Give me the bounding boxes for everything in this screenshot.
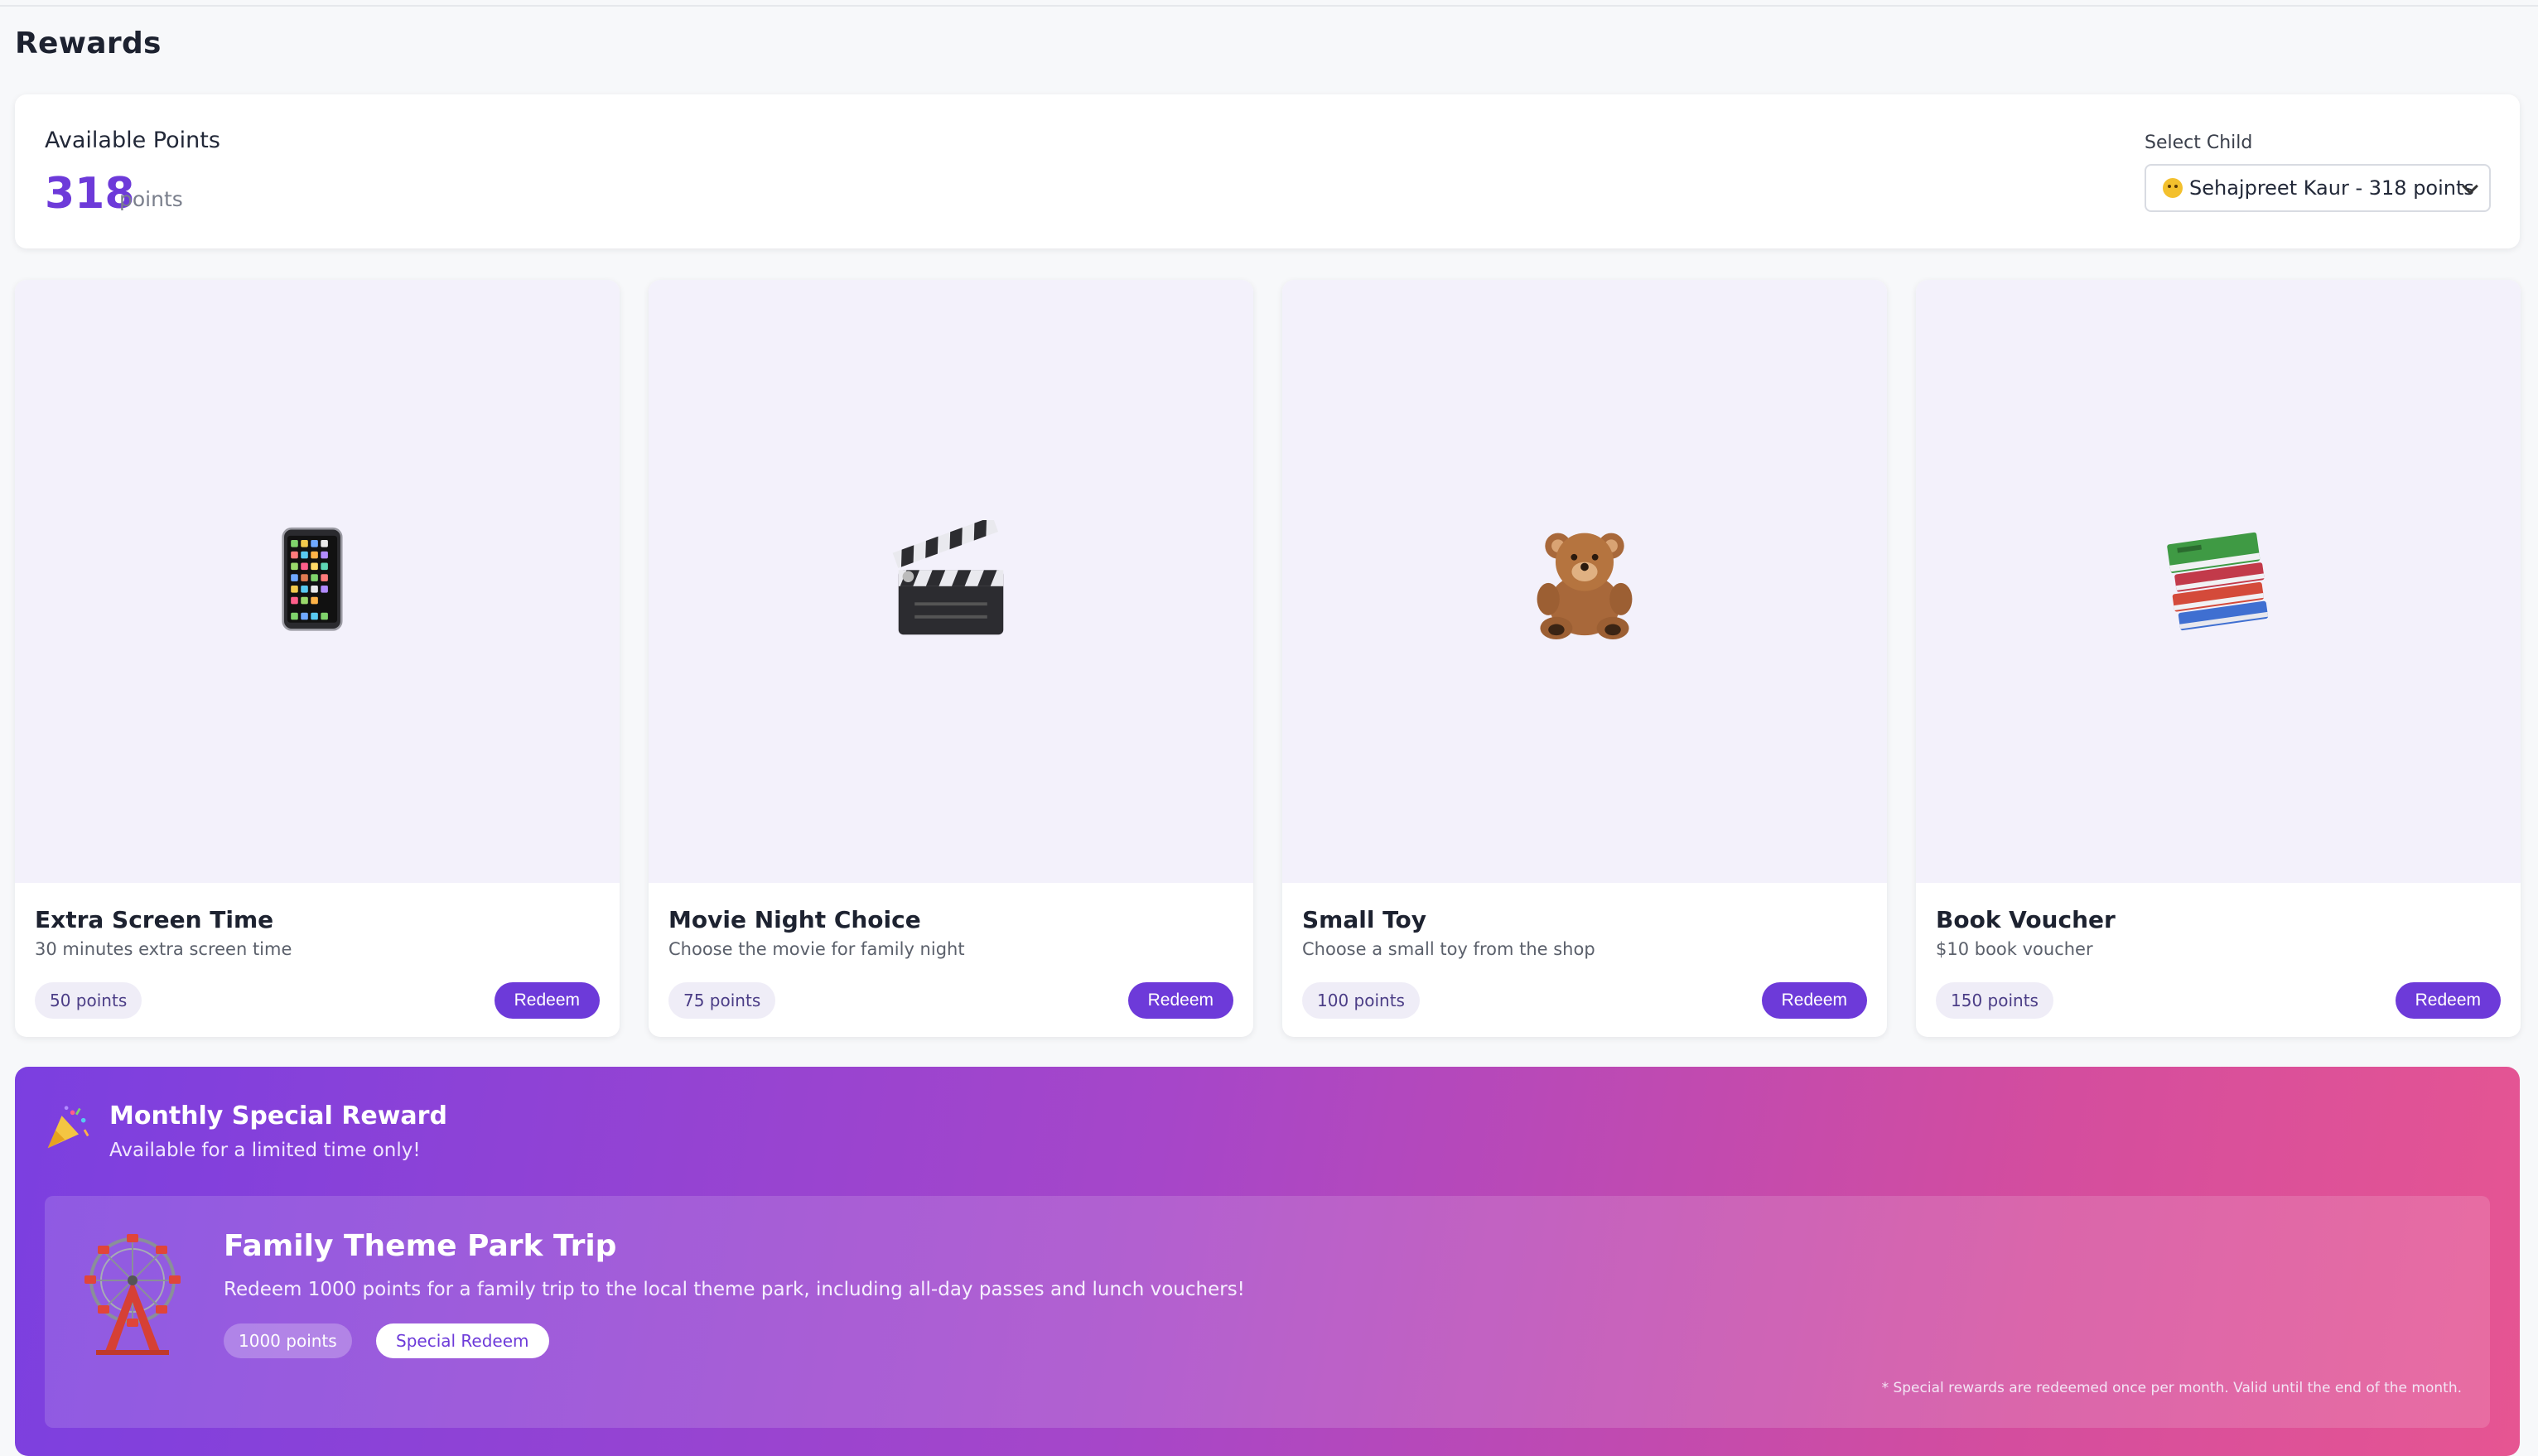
special-footnote: * Special rewards are redeemed once per … xyxy=(1881,1380,2462,1396)
special-redeem-button[interactable]: Special Redeem xyxy=(376,1323,549,1358)
reward-points-badge: 150 points xyxy=(1936,982,2053,1019)
reward-card-extra-screen-time: Extra Screen Time 30 minutes extra scree… xyxy=(15,280,620,1037)
ferris-wheel-icon xyxy=(84,1234,181,1355)
reward-image-area xyxy=(1282,280,1887,883)
special-reward-title: Family Theme Park Trip xyxy=(224,1229,617,1263)
monthly-special-banner: Monthly Special Reward Available for a l… xyxy=(15,1067,2520,1456)
special-points-badge: 1000 points xyxy=(224,1323,352,1358)
books-icon xyxy=(2167,532,2269,631)
reward-title: Book Voucher xyxy=(1936,906,2116,933)
reward-image-area xyxy=(1916,280,2521,883)
select-child-label: Select Child xyxy=(2145,133,2253,153)
redeem-button[interactable]: Redeem xyxy=(1761,982,1867,1019)
reward-description: 30 minutes extra screen time xyxy=(35,939,292,959)
reward-title: Small Toy xyxy=(1302,906,1427,933)
reward-image-area xyxy=(15,280,620,883)
special-subtitle: Available for a limited time only! xyxy=(109,1140,421,1161)
special-reward-description: Redeem 1000 points for a family trip to … xyxy=(224,1279,1245,1300)
reward-title: Movie Night Choice xyxy=(668,906,921,933)
redeem-button[interactable]: Redeem xyxy=(2395,982,2501,1019)
teddy-bear-icon xyxy=(1537,533,1633,640)
points-label: Available Points xyxy=(45,128,220,153)
selected-child-value: Sehajpreet Kaur - 318 points xyxy=(2189,176,2474,200)
reward-title: Extra Screen Time xyxy=(35,906,274,933)
redeem-button[interactable]: Redeem xyxy=(494,982,600,1019)
top-border xyxy=(0,0,2538,7)
clapper-board-icon xyxy=(892,520,1004,635)
party-popper-icon xyxy=(47,1106,89,1149)
points-unit: points xyxy=(119,187,183,211)
reward-image-area xyxy=(649,280,1253,883)
reward-description: Choose a small toy from the shop xyxy=(1302,939,1595,959)
reward-description: $10 book voucher xyxy=(1936,939,2093,959)
special-reward-card: Family Theme Park Trip Redeem 1000 point… xyxy=(45,1196,2490,1428)
child-face-icon xyxy=(2163,178,2183,198)
reward-card-small-toy: Small Toy Choose a small toy from the sh… xyxy=(1282,280,1887,1037)
reward-points-badge: 75 points xyxy=(668,982,776,1019)
reward-points-badge: 100 points xyxy=(1302,982,1420,1019)
special-title: Monthly Special Reward xyxy=(109,1102,447,1131)
reward-card-book-voucher: Book Voucher $10 book voucher 150 points… xyxy=(1916,280,2521,1037)
reward-points-badge: 50 points xyxy=(35,982,142,1019)
page-title: Rewards xyxy=(15,27,162,60)
points-card: Available Points 318 points Select Child… xyxy=(15,94,2520,248)
select-child-dropdown[interactable]: Sehajpreet Kaur - 318 points xyxy=(2145,164,2491,212)
mobile-phone-icon xyxy=(282,527,343,631)
reward-description: Choose the movie for family night xyxy=(668,939,965,959)
reward-card-movie-night-choice: Movie Night Choice Choose the movie for … xyxy=(649,280,1253,1037)
redeem-button[interactable]: Redeem xyxy=(1127,982,1233,1019)
